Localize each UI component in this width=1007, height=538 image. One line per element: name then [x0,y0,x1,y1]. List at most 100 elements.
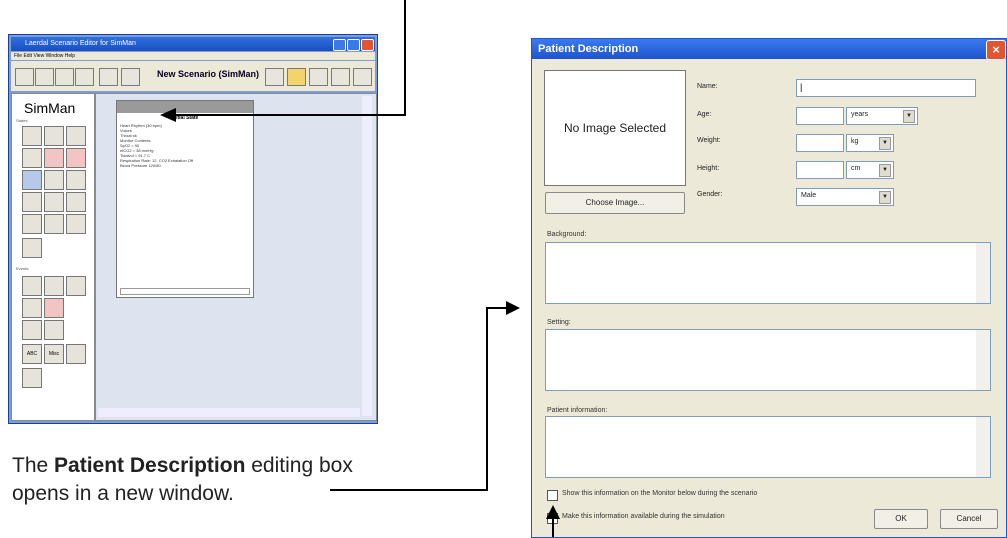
name-input[interactable]: | [796,79,976,97]
state-icon[interactable] [44,214,64,234]
event-icon[interactable] [22,276,42,296]
maximize-icon[interactable] [347,39,360,51]
event-icon[interactable] [22,298,42,318]
toolbar-button[interactable] [75,68,94,86]
gender-value: Male [801,192,817,199]
patient-information-textarea[interactable] [545,416,991,478]
arrow-right-icon [506,301,520,315]
age-label: Age: [697,111,712,118]
state-icon[interactable] [22,214,42,234]
arrow-up-icon [546,505,560,519]
event-icon[interactable] [44,276,64,296]
card-line: Blood Pressure 120/80 [120,163,161,168]
close-icon[interactable]: × [986,40,1006,60]
event-icon[interactable] [22,320,42,340]
abc-event-button[interactable]: ABC [22,344,42,364]
height-unit-value: cm [851,165,861,172]
scrollbar[interactable] [976,417,990,477]
menu-items[interactable]: File Edit View Window Help [11,53,75,59]
state-icon[interactable] [44,148,64,168]
horizontal-scrollbar[interactable] [98,408,360,417]
caption-line2: opens in a new window. [12,482,234,505]
forward-button[interactable] [121,68,140,86]
misc-event-button[interactable]: Misc [44,344,64,364]
age-unit-select[interactable]: years ▼ [846,107,918,125]
setting-label: Setting: [547,319,571,326]
name-input-cursor: | [800,82,803,92]
event-icon[interactable] [44,298,64,318]
syringe-icon[interactable] [66,344,86,364]
scrollbar[interactable] [976,330,990,390]
pointer-line [486,308,488,491]
state-icon[interactable] [22,192,42,212]
back-button[interactable] [99,68,118,86]
weight-unit-value: kg [851,138,859,145]
background-textarea[interactable] [545,242,991,304]
state-icon[interactable] [44,170,64,190]
chevron-down-icon[interactable]: ▼ [879,137,891,150]
scrollbar[interactable] [976,243,990,303]
name-label: Name: [697,83,718,90]
save-icon[interactable] [309,68,328,86]
pointer-line [330,489,488,491]
state-icon[interactable] [66,214,86,234]
open-folder-icon[interactable] [287,68,306,86]
editor-title: Laerdal Scenario Editor for SimMan [25,40,136,47]
card-header[interactable] [117,101,253,113]
weight-input[interactable] [796,134,844,152]
event-icon[interactable] [66,276,86,296]
height-unit-select[interactable]: cm ▼ [846,161,894,179]
show-on-monitor-checkbox[interactable] [547,490,558,501]
editor-title-bar: Laerdal Scenario Editor for SimMan [11,37,375,51]
card-footer [120,288,250,295]
choose-image-button[interactable]: Choose Image... [545,192,685,214]
height-input[interactable] [796,161,844,179]
state-icon[interactable] [44,126,64,146]
state-icon[interactable] [66,192,86,212]
pointer-line [176,114,406,116]
state-icon[interactable] [44,192,64,212]
state-icon[interactable] [66,126,86,146]
arrow-left-icon [160,108,176,122]
state-icon[interactable] [66,148,86,168]
toolbar-button[interactable] [35,68,54,86]
editor-toolbar: New Scenario (SimMan) [11,61,375,91]
vertical-scrollbar[interactable] [362,96,372,416]
state-icon[interactable] [66,170,86,190]
caption-bold: Patient Description [54,454,246,477]
pointer-line [404,0,406,116]
show-on-monitor-label: Show this information on the Monitor bel… [562,490,758,497]
gender-select[interactable]: Male ▼ [796,188,894,206]
state-info-icon[interactable] [22,238,42,258]
state-icon[interactable] [22,148,42,168]
initial-state-card[interactable]: Initial State Heart Rhythm (30 bpm) Voic… [116,100,254,298]
print-icon[interactable] [331,68,350,86]
editor-canvas: Initial State Heart Rhythm (30 bpm) Voic… [95,93,377,421]
chevron-down-icon[interactable]: ▼ [879,164,891,177]
cancel-button[interactable]: Cancel [940,509,998,529]
age-input[interactable] [796,107,844,125]
clock-icon[interactable] [44,320,64,340]
chevron-down-icon[interactable]: ▼ [903,110,915,123]
ok-button[interactable]: OK [874,509,928,529]
close-icon[interactable] [361,39,374,51]
dialog-title-bar: Patient Description × [532,39,1006,60]
editor-menu-bar[interactable]: File Edit View Window Help [11,52,375,60]
minimize-icon[interactable] [333,39,346,51]
filter-icon[interactable] [353,68,372,86]
event-info-icon[interactable] [22,368,42,388]
height-label: Height: [697,165,720,172]
toolbar-button[interactable] [15,68,34,86]
events-label: Events: [16,266,30,271]
pointer-line [486,307,508,309]
new-file-icon[interactable] [265,68,284,86]
state-icon[interactable] [22,170,42,190]
chevron-down-icon[interactable]: ▼ [879,191,891,204]
make-available-label: Make this information available during t… [562,513,725,520]
patient-image-box: No Image Selected [544,70,686,186]
setting-textarea[interactable] [545,329,991,391]
toolbar-button[interactable] [55,68,74,86]
age-unit-value: years [851,111,869,118]
weight-unit-select[interactable]: kg ▼ [846,134,894,152]
state-icon[interactable] [22,126,42,146]
